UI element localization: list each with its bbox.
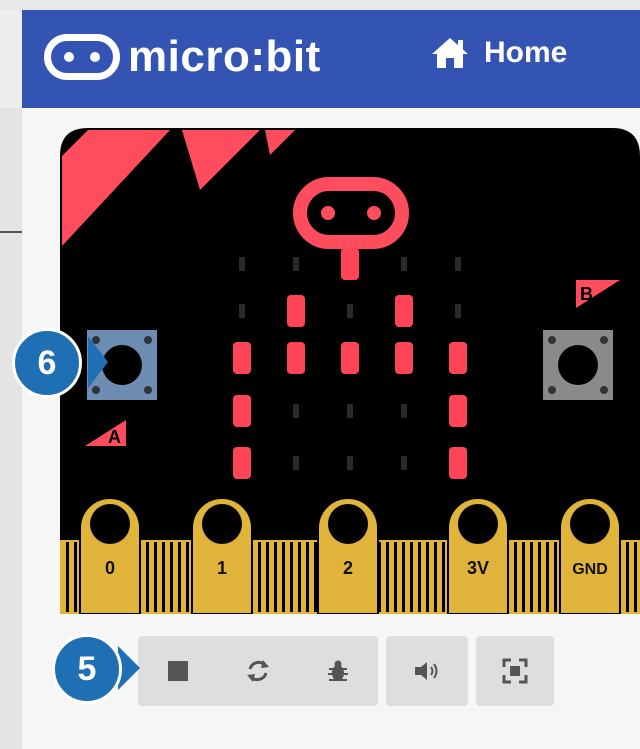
- callout-6-pointer: [88, 336, 108, 388]
- callout-6: 6: [12, 328, 82, 398]
- callout-5: 5: [52, 634, 122, 704]
